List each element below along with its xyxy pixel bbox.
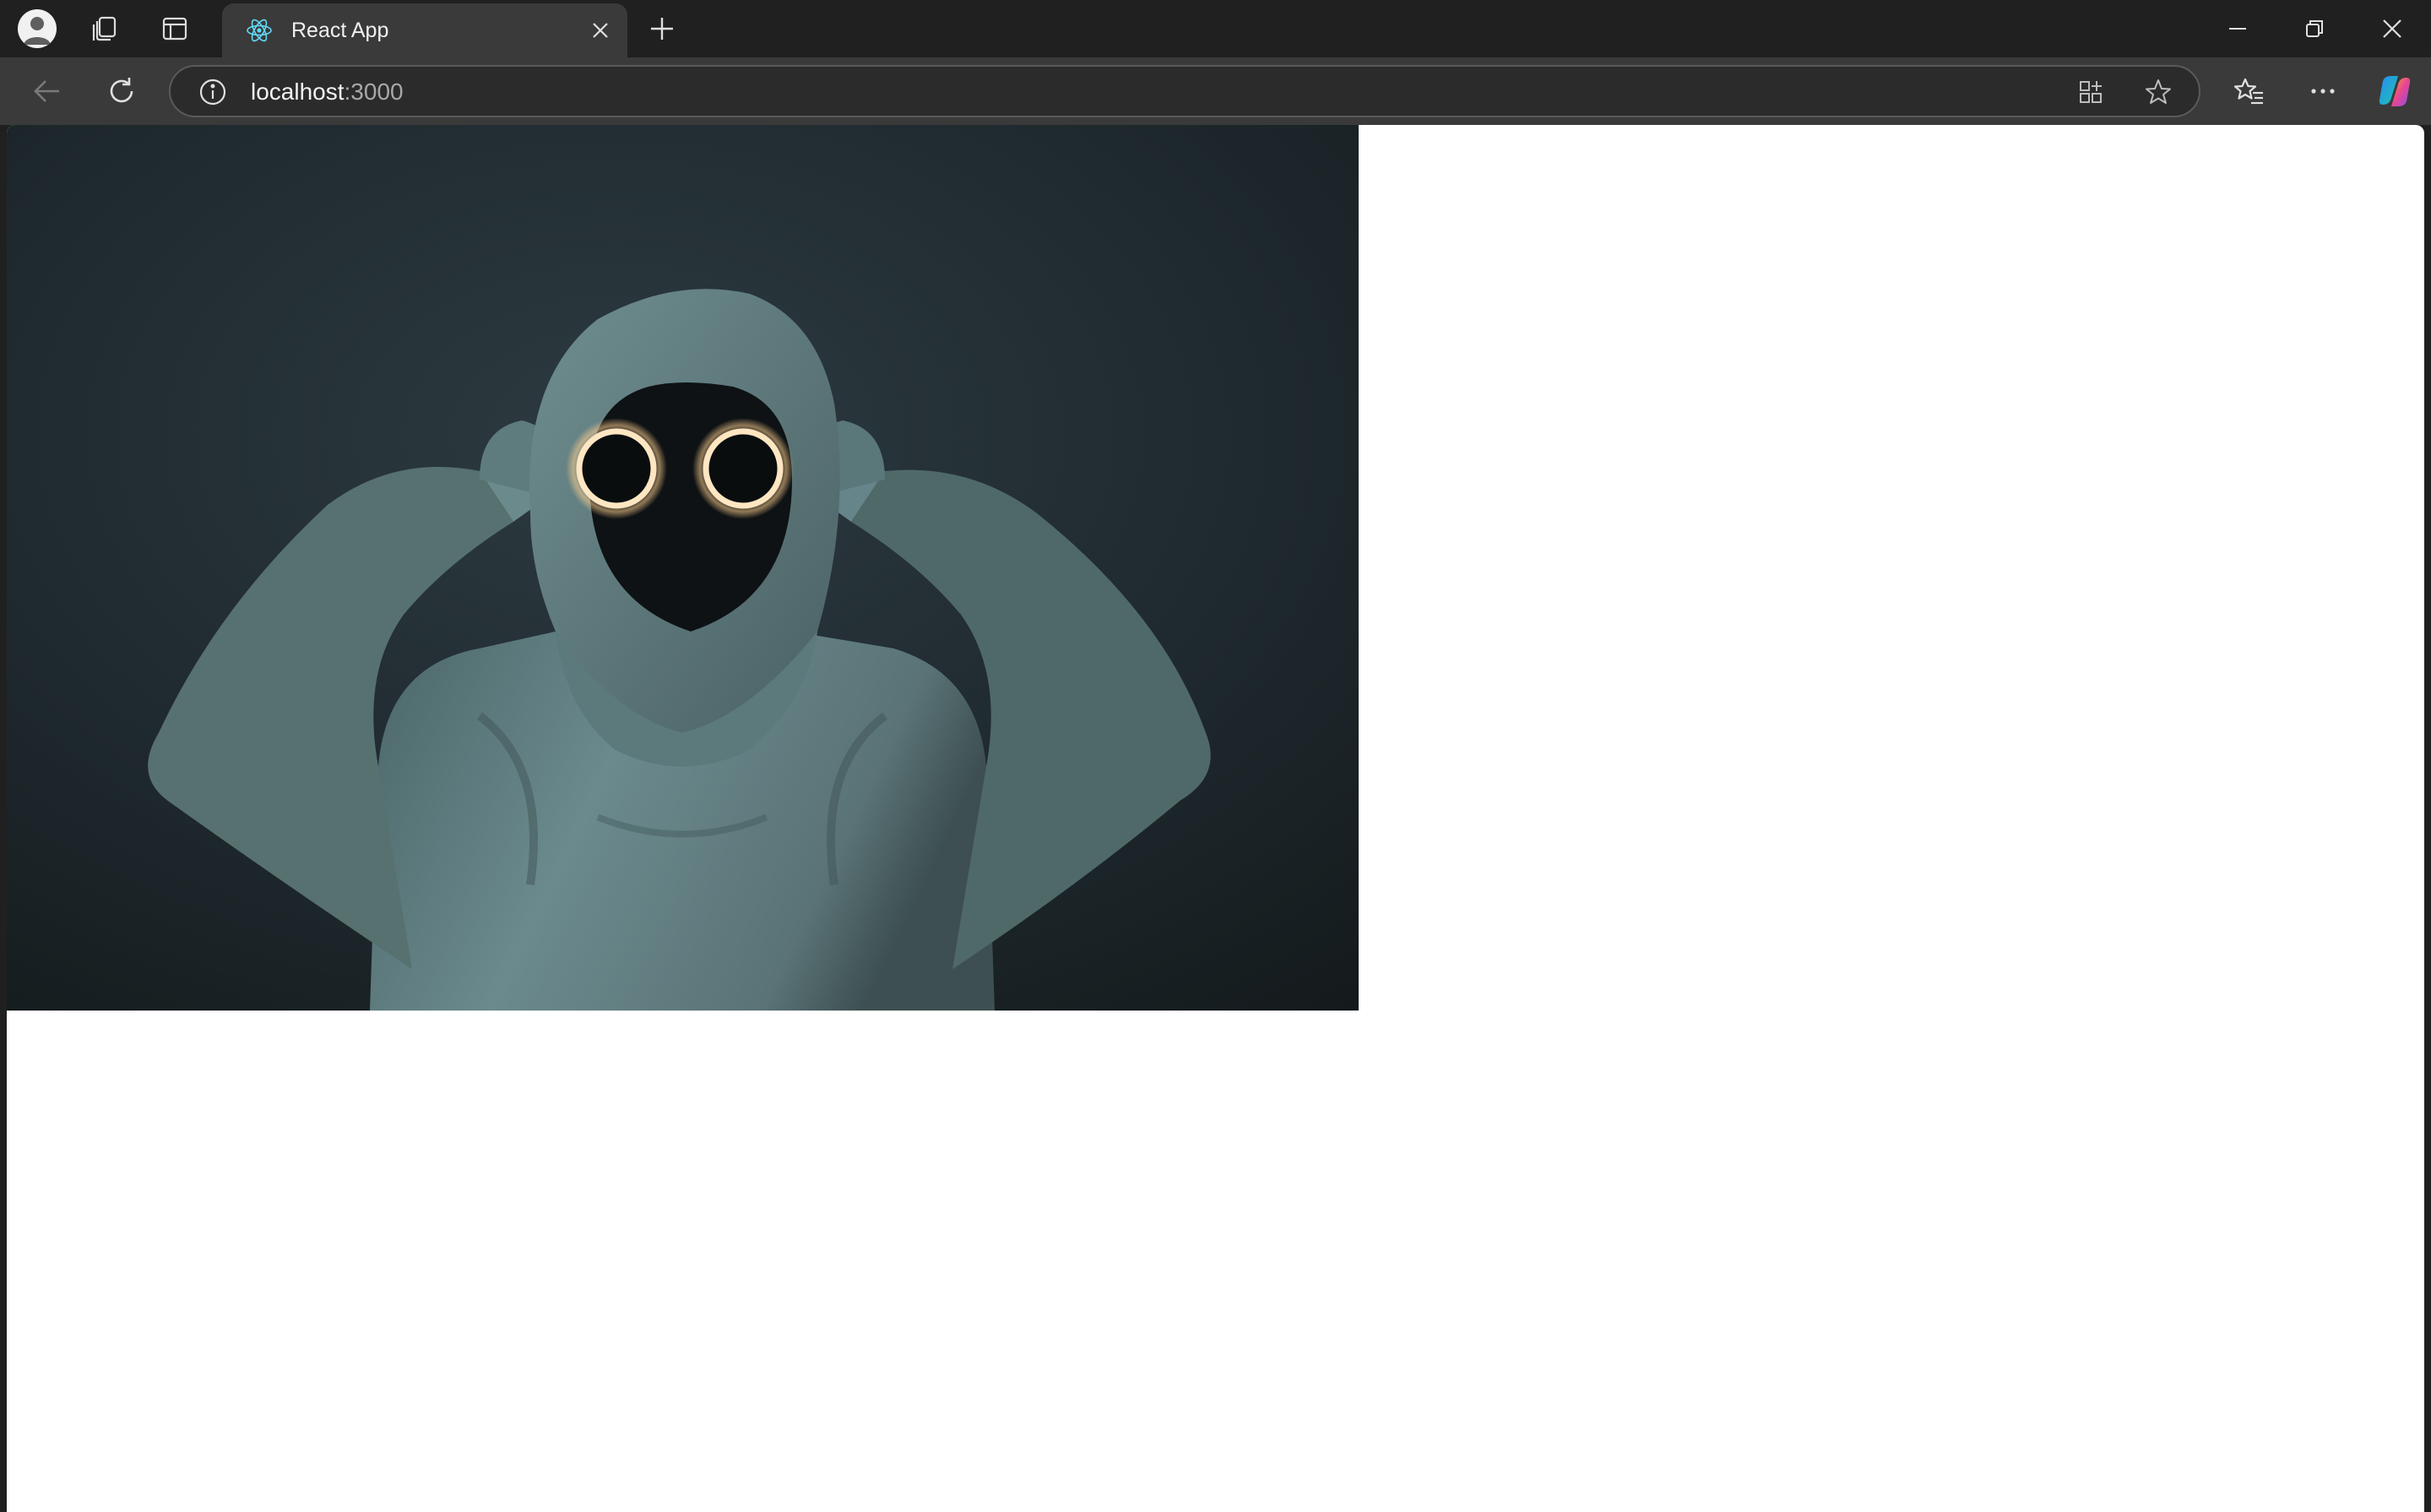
url-host: localhost xyxy=(251,79,345,105)
tab-strip: React App xyxy=(0,0,2431,57)
star-icon xyxy=(2146,79,2171,104)
info-icon xyxy=(199,79,226,106)
add-favorite-button[interactable] xyxy=(2143,77,2173,107)
browser-toolbar: localhost:3000 xyxy=(0,57,2431,125)
restore-icon xyxy=(2306,20,2323,37)
favorites-icon xyxy=(2234,78,2263,105)
back-arrow-icon xyxy=(34,80,59,102)
app-available-icon xyxy=(2080,81,2102,103)
left-eye-ring xyxy=(576,428,657,509)
right-eye-ring xyxy=(703,428,784,509)
workspaces-icon xyxy=(92,16,117,41)
profile-button[interactable] xyxy=(15,7,59,51)
new-tab-icon xyxy=(651,18,673,40)
window-close-icon xyxy=(2383,19,2401,38)
page-viewport xyxy=(7,125,2424,1512)
profile-icon xyxy=(18,9,57,48)
hero-image xyxy=(7,125,1359,1011)
app-available-button[interactable] xyxy=(2076,77,2106,107)
url-text: localhost:3000 xyxy=(251,79,404,106)
tab-close-button[interactable] xyxy=(585,15,616,46)
url-port: :3000 xyxy=(344,79,404,105)
tab-actions-button[interactable] xyxy=(153,7,197,51)
refresh-icon xyxy=(110,78,133,103)
copilot-button[interactable] xyxy=(2373,69,2417,113)
more-icon xyxy=(2311,89,2335,94)
more-button[interactable] xyxy=(2301,69,2345,113)
new-tab-button[interactable] xyxy=(640,7,684,51)
window-close-button[interactable] xyxy=(2360,7,2424,51)
close-icon xyxy=(593,23,608,38)
tab-title: React App xyxy=(291,18,389,42)
minimize-icon xyxy=(2229,28,2246,30)
tab-actions-icon xyxy=(162,17,187,41)
refresh-button[interactable] xyxy=(100,69,144,113)
site-info-button[interactable] xyxy=(198,77,228,107)
workspaces-button[interactable] xyxy=(83,7,127,51)
copilot-icon xyxy=(2379,76,2411,106)
favorites-button[interactable] xyxy=(2228,69,2271,113)
tab-react-app[interactable]: React App xyxy=(222,3,627,57)
restore-button[interactable] xyxy=(2282,7,2347,51)
minimize-button[interactable] xyxy=(2206,7,2270,51)
back-button[interactable] xyxy=(25,69,69,113)
address-bar[interactable]: localhost:3000 xyxy=(169,65,2200,117)
react-logo-icon xyxy=(247,19,272,42)
